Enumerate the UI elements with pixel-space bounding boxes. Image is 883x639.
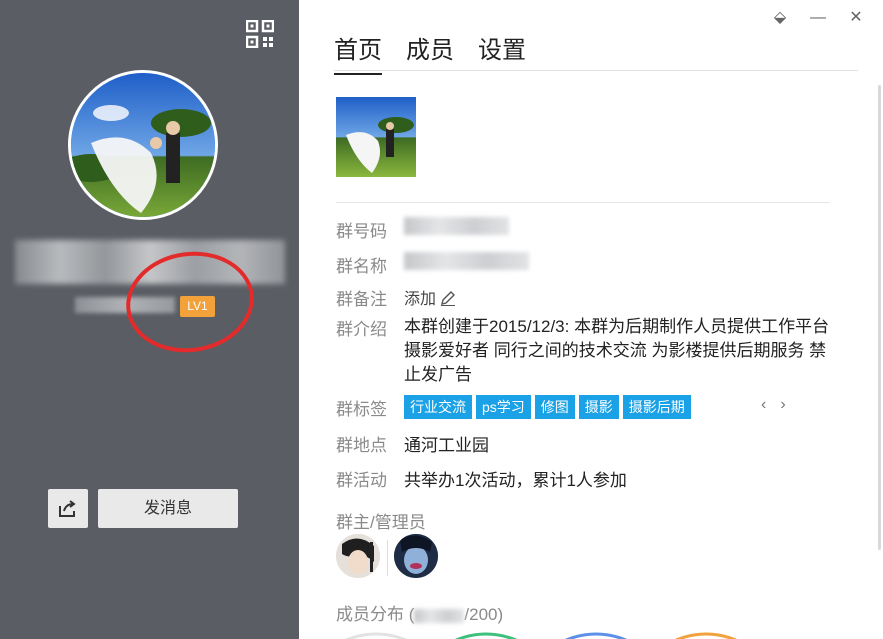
tag-list: 行业交流 ps学习 修图 摄影 摄影后期 [404,395,695,420]
minimize-icon[interactable]: — [799,8,837,28]
tag-item[interactable]: 摄影 [578,395,619,419]
admin-avatar[interactable] [394,534,438,578]
group-activity-row: 群活动 共举办1次活动，累计1人参加 [336,466,627,491]
group-intro-row: 群介绍 本群创建于2015/12/3: 本群为后期制作人员提供工作平台 摄影爱好… [336,315,834,387]
group-remark-label: 群备注 [336,290,387,309]
pencil-icon [441,291,456,306]
tag-item[interactable]: ps学习 [476,395,531,419]
group-name-row: 群名称 [336,252,529,277]
group-number-row: 群号码 [336,217,509,242]
group-location-row: 群地点 通河工业园 [336,431,489,456]
member-distribution-title: 成员分布 ( /200) [336,600,503,625]
group-number-label: 群号码 [336,222,387,241]
group-number-blurred [404,217,509,235]
member-count-blurred [414,608,465,623]
group-photo[interactable] [336,97,416,177]
member-distribution-charts [345,632,737,639]
group-name-label: 群名称 [336,257,387,276]
profile-panel: LV1 发消息 [0,0,299,639]
group-name-value-blurred [404,252,529,270]
group-info-panel: ⬙ — ✕ 首页 成员 设置 群号码 群名称 群备注 添加 群介绍 本群创建于2… [299,0,883,639]
tag-item[interactable]: 摄影后期 [622,395,691,419]
tab-settings[interactable]: 设置 [478,30,526,75]
share-button[interactable] [48,489,88,528]
chevron-left-icon[interactable]: ‹ [761,396,780,413]
group-intro-text: 本群创建于2015/12/3: 本群为后期制作人员提供工作平台 摄影爱好者 同行… [404,317,830,384]
tag-item[interactable]: 修图 [534,395,575,419]
tab-divider [334,70,858,71]
member-dist-label: 成员分布 ( [336,605,415,624]
add-remark-text[interactable]: 添加 [404,291,436,308]
owner-avatar[interactable] [336,534,380,578]
group-activity-value[interactable]: 共举办1次活动，累计1人参加 [404,466,627,491]
group-avatar[interactable] [68,70,218,220]
scrollbar[interactable] [878,85,881,550]
group-location-value: 通河工业园 [404,436,489,455]
window-controls: ⬙ — ✕ [761,8,875,28]
group-intro-label: 群介绍 [336,320,387,339]
pin-icon[interactable]: ⬙ [761,8,799,28]
group-location-label: 群地点 [336,436,387,455]
tab-bar: 首页 成员 设置 [334,30,526,75]
share-icon [59,499,76,517]
tag-item[interactable]: 行业交流 [404,395,472,419]
group-tags-row: 群标签 行业交流 ps学习 修图 摄影 摄影后期 [336,395,695,420]
section-divider [336,202,830,203]
member-dist-suffix: /200) [464,605,504,624]
send-message-button[interactable]: 发消息 [98,489,238,528]
qr-code-icon[interactable] [245,19,275,49]
tab-members[interactable]: 成员 [406,30,454,75]
tag-scroll-arrows: ‹› [761,396,800,414]
admins-title: 群主/管理员 [336,513,426,532]
group-tags-label: 群标签 [336,400,387,419]
close-icon[interactable]: ✕ [837,8,875,28]
chevron-right-icon[interactable]: › [780,396,799,413]
group-activity-label: 群活动 [336,471,387,490]
tab-home[interactable]: 首页 [334,30,382,75]
admin-divider [387,540,388,576]
add-remark-link[interactable]: 添加 [404,285,456,310]
group-remark-row: 群备注 添加 [336,285,456,310]
